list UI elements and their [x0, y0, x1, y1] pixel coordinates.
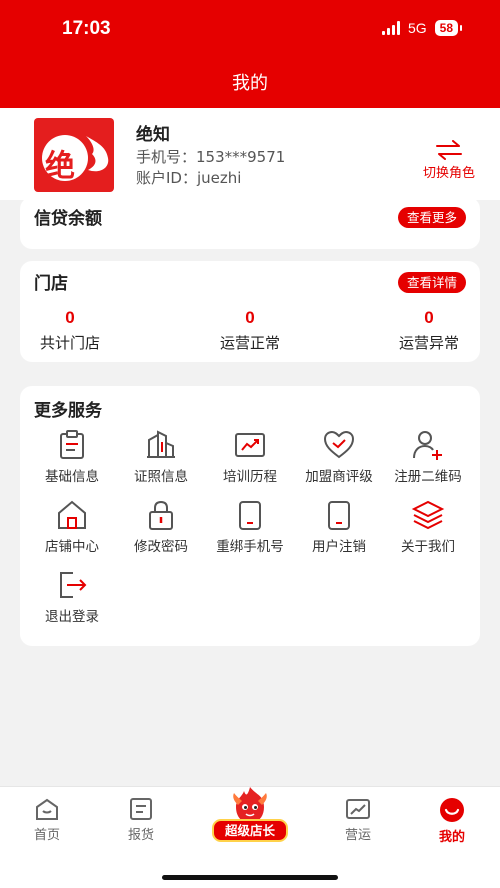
avatar-logo-glyph: 绝 — [45, 149, 75, 184]
service-rebind-phone[interactable]: 重绑手机号 — [204, 498, 296, 555]
tab-label: 营运 — [344, 828, 371, 843]
service-label: 修改密码 — [134, 539, 188, 555]
service-about-us[interactable]: 关于我们 — [382, 498, 474, 555]
more-services-card: 更多服务 基础信息 证照信息 培训历程 加盟商评级 注册二维码 店铺中心 修改密… — [20, 386, 480, 646]
flame-icon — [86, 136, 109, 172]
service-logout[interactable]: 退出登录 — [26, 568, 118, 625]
service-label: 基础信息 — [45, 469, 99, 485]
signal-icon — [381, 21, 400, 35]
view-details-button[interactable]: 查看详情 — [397, 272, 466, 293]
smile-icon — [440, 798, 464, 822]
stat-abnormal-stores[interactable]: 0 运营异常 — [374, 308, 484, 353]
stat-value: 0 — [245, 308, 255, 327]
tab-order[interactable]: 报货 — [106, 797, 176, 843]
tab-operation[interactable]: 营运 — [323, 797, 393, 843]
tab-label: 报货 — [127, 828, 154, 843]
more-services-title: 更多服务 — [34, 401, 102, 421]
stat-label: 运营异常 — [398, 334, 459, 352]
service-change-password[interactable]: 修改密码 — [115, 498, 207, 555]
phone-icon — [328, 501, 350, 530]
battery-icon: 58 — [434, 20, 463, 36]
view-more-button[interactable]: 查看更多 — [397, 207, 466, 228]
service-label: 证照信息 — [134, 469, 188, 485]
service-store-center[interactable]: 店铺中心 — [26, 498, 118, 555]
credit-balance-card: 信贷余额 查看更多 — [20, 197, 480, 249]
document-icon — [130, 798, 152, 820]
tab-super-manager[interactable]: 超级店长 — [212, 785, 288, 842]
tab-label: 首页 — [33, 828, 60, 843]
service-label: 培训历程 — [223, 469, 277, 485]
status-bar: 17:03 5G 58 — [0, 0, 500, 62]
service-label: 加盟商评级 — [305, 469, 373, 485]
credit-balance-title: 信贷余额 — [34, 209, 102, 229]
super-manager-label: 超级店长 — [212, 819, 288, 842]
home-icon — [58, 500, 86, 529]
user-account-id: 账户ID：juezhi — [136, 169, 242, 187]
heart-icon — [323, 430, 355, 459]
swap-arrows-icon — [436, 140, 462, 160]
stat-label: 共计门店 — [39, 334, 100, 352]
tab-mine[interactable]: 我的 — [417, 797, 487, 845]
service-training-history[interactable]: 培训历程 — [204, 428, 296, 485]
store-card: 门店 查看详情 0 共计门店 0 运营正常 0 运营异常 — [20, 261, 480, 362]
bottom-tab-bar: 首页 报货 超级店长 营运 我的 — [0, 786, 500, 888]
stat-value: 0 — [424, 308, 434, 327]
page-title: 我的 — [232, 73, 268, 94]
tab-label: 我的 — [438, 830, 465, 845]
stat-total-stores[interactable]: 0 共计门店 — [15, 308, 125, 353]
store-title: 门店 — [34, 274, 68, 294]
user-name: 绝知 — [136, 125, 170, 145]
service-label: 注册二维码 — [394, 469, 462, 485]
service-franchise-rating[interactable]: 加盟商评级 — [293, 428, 385, 485]
clipboard-icon — [60, 430, 84, 459]
stat-normal-stores[interactable]: 0 运营正常 — [195, 308, 305, 353]
service-label: 店铺中心 — [45, 539, 99, 555]
stat-label: 运营正常 — [219, 334, 280, 352]
tab-home[interactable]: 首页 — [12, 797, 82, 843]
service-label: 关于我们 — [401, 539, 455, 555]
service-account-cancel[interactable]: 用户注销 — [293, 498, 385, 555]
nav-bar: 我的 — [0, 62, 500, 108]
service-label: 用户注销 — [312, 539, 366, 555]
switch-role-button[interactable]: 切换角色 — [410, 140, 488, 181]
add-user-icon — [413, 431, 442, 460]
avatar[interactable]: 绝 — [34, 118, 114, 192]
buildings-icon — [147, 430, 175, 458]
profile-section: 绝 绝知 手机号：153***9571 账户ID：juezhi 切换角色 — [0, 108, 500, 200]
home-icon — [36, 798, 58, 820]
trend-icon — [346, 799, 370, 819]
service-register-qrcode[interactable]: 注册二维码 — [382, 428, 474, 485]
logout-icon — [60, 572, 87, 598]
switch-role-label: 切换角色 — [422, 166, 475, 181]
status-time: 17:03 — [62, 18, 111, 39]
service-license-info[interactable]: 证照信息 — [115, 428, 207, 485]
home-indicator — [162, 875, 338, 880]
lock-icon — [149, 500, 173, 530]
service-label: 重绑手机号 — [216, 539, 284, 555]
service-label: 退出登录 — [45, 609, 99, 625]
user-phone: 手机号：153***9571 — [136, 148, 286, 166]
network-type: 5G — [407, 20, 427, 36]
layers-icon — [411, 500, 445, 530]
service-basic-info[interactable]: 基础信息 — [26, 428, 118, 485]
chart-board-icon — [235, 433, 265, 457]
phone-icon — [239, 501, 261, 530]
stat-value: 0 — [65, 308, 75, 327]
